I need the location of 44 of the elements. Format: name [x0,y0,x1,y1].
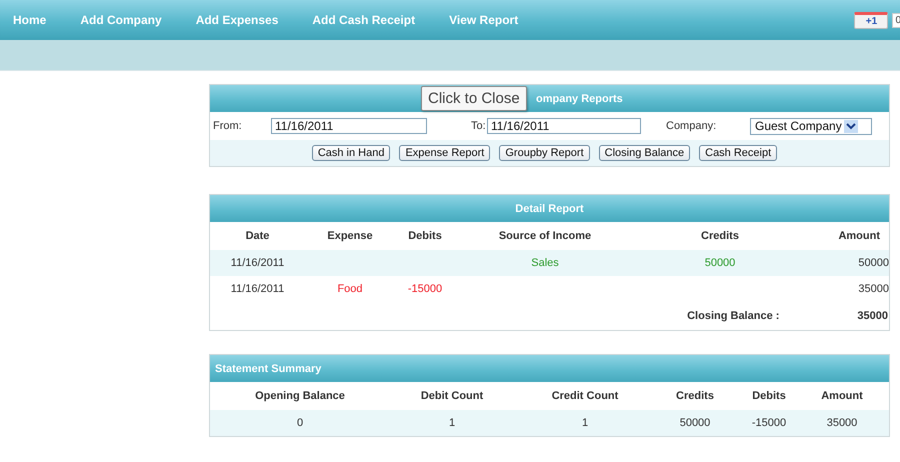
table-cell: Sales [531,257,559,269]
from-date-field[interactable]: 11/16/2011 [271,118,427,134]
company-label: Company: [666,120,718,132]
table-cell: 35000 [826,417,858,429]
table-cell: 50000 [858,257,889,269]
column-header: Credit Count [550,390,620,402]
from-label: From: [213,120,243,132]
panel-title: Statement Summary [215,362,322,374]
table-cell: -15000 [752,417,786,429]
report-button[interactable]: Groupby Report [499,145,590,161]
column-header: Expense [326,230,374,242]
table-cell: 50000 [704,257,736,269]
table-cell: 1 [582,417,588,429]
column-header: Debits [751,390,787,402]
closing-balance-label: Closing Balance : [687,310,780,322]
panel-title: ompany Reports [536,92,623,104]
column-header: Amount [837,230,881,242]
plus-one-button[interactable]: +1 [854,12,888,28]
table-cell: 0 [296,417,304,429]
report-button[interactable]: Cash in Hand [312,145,390,161]
closing-balance-value: 35000 [857,310,888,322]
column-header: Credits [675,390,715,402]
tooltip[interactable]: Click to Close [421,86,527,111]
column-header: Debits [407,230,443,242]
table-cell: 1 [448,417,456,429]
company-dropdown[interactable]: Guest Company [750,118,872,134]
panel-title: Detail Report [515,202,584,214]
report-button[interactable]: Expense Report [399,145,490,161]
to-label: To: [471,120,487,132]
column-header: Debit Count [420,390,484,402]
column-header: Credits [700,230,740,242]
column-header: Source of Income [498,230,592,242]
report-button[interactable]: Cash Receipt [699,145,778,161]
table-cell: 11/16/2011 [230,257,284,269]
table-cell: 35000 [858,283,889,295]
column-header: Opening Balance [254,390,346,402]
table-cell: -15000 [408,283,442,295]
table-cell: Food [337,283,363,295]
column-header: Amount [820,390,864,402]
report-button[interactable]: Closing Balance [598,145,690,161]
table-cell: 11/16/2011 [230,283,284,295]
table-cell: 50000 [680,417,710,429]
to-date-field[interactable]: 11/16/2011 [487,118,641,134]
column-header: Date [244,230,270,242]
